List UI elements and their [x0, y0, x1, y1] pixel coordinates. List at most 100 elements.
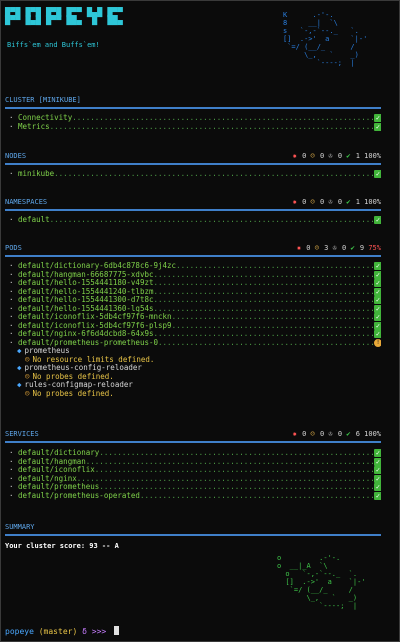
- item-label: default/hello-1554441300-d7t8c: [18, 296, 154, 304]
- terminal-window[interactable]: █▀█ █▀█ █▀█ █▀▀ █▄█ █▀▀ █▀▀ █▄█ █▀▀ ██▄ …: [0, 0, 400, 642]
- item-label: minikube: [18, 170, 55, 178]
- section-divider: [5, 163, 381, 165]
- bullet: ·: [9, 287, 19, 296]
- item-label: default/dictionary-6db4c878c6-9j4zc: [18, 262, 177, 270]
- services-title: SERVICES: [5, 430, 39, 438]
- item-label: default/prometheus-operated: [18, 491, 140, 500]
- dog-ascii-art-bottom: o .-'-. o __|_A `\ o `-,-`--._ `. [] .->…: [277, 554, 366, 610]
- list-item: · Metrics...............................…: [9, 122, 381, 132]
- section-divider: [5, 107, 381, 109]
- error-count: 0: [297, 152, 311, 160]
- info-count: 0: [337, 244, 351, 252]
- error-count: 0: [297, 198, 311, 206]
- check-icon: ✓: [374, 491, 381, 500]
- pods-section-header: PODS ✸ 0 ☹ 3 ✇ 0 ✔ 9 75%: [5, 244, 381, 258]
- dot-leader: ........................................…: [139, 491, 381, 500]
- bullet: ·: [9, 216, 19, 224]
- shell-prompt[interactable]: popeye (master) δ >>>: [5, 626, 120, 636]
- check-icon: ✓: [374, 270, 381, 279]
- check-icon: ✓: [374, 304, 381, 313]
- info-count: 0: [333, 198, 347, 206]
- section-divider: [5, 209, 381, 211]
- ok-icon: ✔: [346, 430, 351, 438]
- warning-count: 0: [315, 198, 329, 206]
- bullet: ·: [9, 279, 19, 287]
- nodes-title: NODES: [5, 152, 27, 160]
- ok-count: 6: [351, 430, 365, 438]
- dot-leader: ........................................…: [99, 483, 381, 491]
- check-icon: ✓: [374, 170, 381, 178]
- services-section-header: SERVICES ✸ 0 ☹ 0 ✇ 0 ✔ 6 100%: [5, 430, 381, 444]
- ok-count: 1: [351, 152, 365, 160]
- cluster-section-header: CLUSTER [MINIKUBE]: [5, 96, 381, 110]
- check-icon: ✓: [374, 296, 381, 304]
- namespaces-title: NAMESPACES: [5, 198, 48, 206]
- bullet: ·: [9, 491, 19, 500]
- dot-leader: ........................................…: [94, 466, 381, 474]
- list-item: · default/hello-1554441240-tlbzm........…: [9, 287, 381, 297]
- dot-leader: ........................................…: [85, 457, 381, 466]
- ok-count: 9: [355, 244, 369, 252]
- container-icon: ◆: [17, 363, 22, 372]
- item-label: default/dictionary: [18, 449, 100, 457]
- summary-title: SUMMARY: [5, 523, 35, 531]
- check-icon: ✓: [374, 474, 381, 483]
- list-item: · default/hello-1554441180-v49zt........…: [9, 279, 381, 288]
- error-icon: ✸: [296, 244, 302, 252]
- item-label: Connectivity: [18, 114, 73, 122]
- issue-message: No probes defined.: [32, 388, 114, 398]
- item-label: default: [18, 216, 50, 224]
- bullet: ·: [9, 474, 19, 483]
- nodes-list: · minikube..............................…: [9, 170, 381, 179]
- pods-list: · default/dictionary-6db4c878c6-9j4zc...…: [9, 262, 381, 398]
- section-score: 100%: [364, 430, 381, 438]
- dot-leader: ........................................…: [176, 262, 381, 270]
- check-icon: ✓: [374, 330, 381, 338]
- dog-ascii-art-top: K .-'-. 8 __| `\ s `-,-`--._ `. [] .->' …: [283, 11, 368, 67]
- bullet: ·: [9, 296, 19, 304]
- list-item: · default/hello-1554441300-d7t8c........…: [9, 296, 381, 305]
- item-label: default/nginx: [18, 474, 77, 483]
- check-icon: ✓: [374, 483, 381, 491]
- warning-icon: ☹: [310, 430, 315, 438]
- logo-ascii-art: █▀█ █▀█ █▀█ █▀▀ █▄█ █▀▀ █▀▀ █▄█ █▀▀ ██▄ …: [5, 8, 123, 26]
- dot-leader: ........................................…: [76, 474, 381, 483]
- bullet: ·: [9, 114, 19, 122]
- summary-section-header: SUMMARY: [5, 523, 381, 537]
- bullet: ·: [9, 321, 19, 330]
- popeye-logo: █▀█ █▀█ █▀█ █▀▀ █▄█ █▀▀ █▀▀ █▄█ █▀▀ ██▄ …: [5, 8, 123, 26]
- list-item: · minikube..............................…: [9, 170, 381, 179]
- container-icon: ◆: [17, 380, 22, 389]
- item-label: default/hello-1554441360-lq54s: [18, 304, 154, 313]
- dot-leader: ........................................…: [49, 216, 381, 224]
- check-icon: ✓: [374, 216, 381, 224]
- cluster-list: · Connectivity..........................…: [9, 114, 381, 131]
- item-label: default/hello-1554441180-v49zt: [18, 279, 154, 287]
- ok-icon: ✔: [350, 244, 355, 252]
- error-icon: ✸: [292, 198, 297, 206]
- namespaces-list: · default...............................…: [9, 216, 381, 225]
- item-label: default/hangman-66687775-xdvbc: [18, 270, 154, 279]
- list-item: · default/iconoflix-5db4cf97f6-plsp9....…: [9, 321, 381, 331]
- warning-count: 0: [315, 430, 329, 438]
- item-label: default/hangman: [18, 457, 86, 466]
- bullet: ·: [9, 122, 19, 131]
- dot-leader: ........................................…: [153, 296, 382, 304]
- namespaces-section-header: NAMESPACES ✸ 0 ☹ 0 ✇ 0 ✔ 1 100%: [5, 198, 381, 212]
- bullet: ·: [9, 313, 19, 321]
- bullet: ·: [9, 466, 19, 474]
- bullet: ·: [9, 170, 19, 178]
- namespaces-stats: ✸ 0 ☹ 0 ✇ 0 ✔ 1 100%: [293, 198, 381, 206]
- bullet: ·: [9, 330, 19, 338]
- pods-items: · default/dictionary-6db4c878c6-9j4zc...…: [9, 262, 381, 347]
- bullet: ·: [9, 270, 19, 279]
- check-icon: ✓: [374, 114, 381, 122]
- item-label: default/iconoflix: [18, 466, 95, 474]
- section-divider: [5, 441, 381, 443]
- list-item: · default/prometheus....................…: [9, 483, 381, 492]
- warning-icon: ☹: [314, 244, 319, 252]
- dot-leader: ........................................…: [153, 270, 382, 279]
- error-count: 0: [302, 244, 315, 252]
- ok-icon: ✔: [346, 152, 351, 160]
- section-score: 100%: [364, 152, 381, 160]
